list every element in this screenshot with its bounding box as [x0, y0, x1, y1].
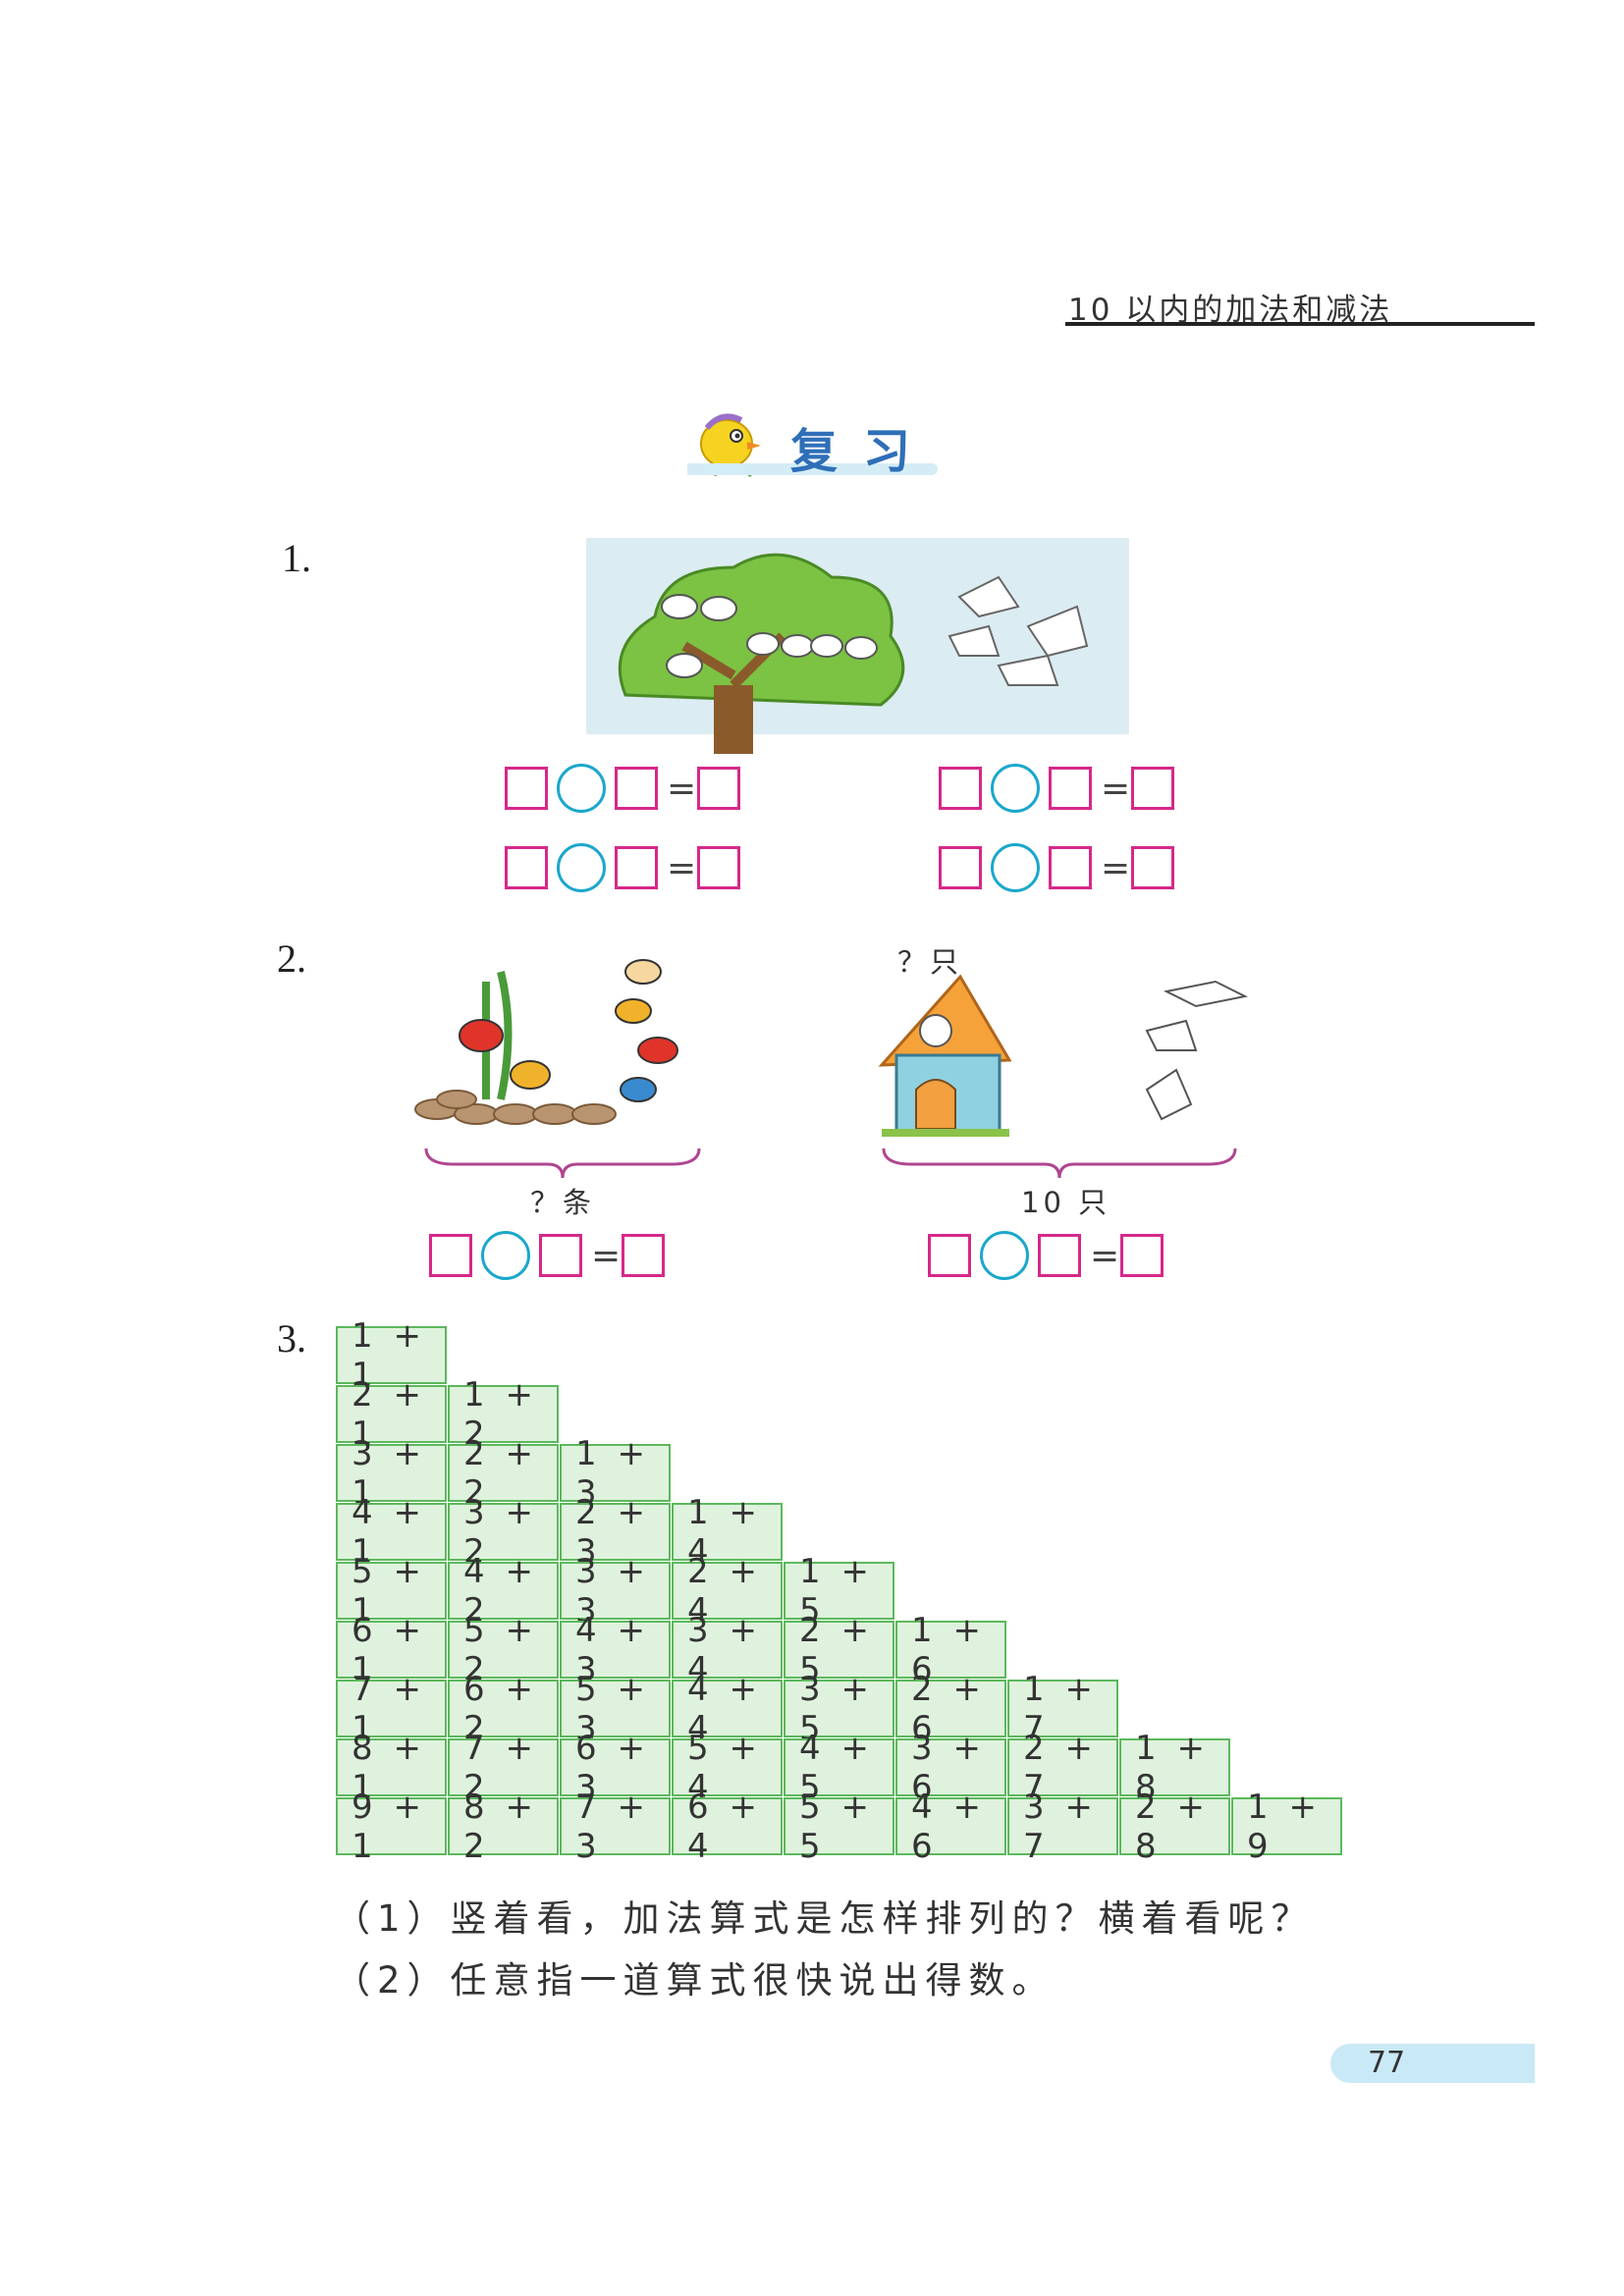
equation-row: = [939, 843, 1174, 892]
addition-cell[interactable]: 5 + 5 [784, 1788, 894, 1866]
answer-box[interactable] [939, 767, 982, 810]
operator-circle[interactable] [991, 764, 1040, 813]
answer-box[interactable] [939, 846, 982, 889]
answer-box[interactable] [1038, 1234, 1081, 1277]
equals-sign: = [667, 768, 697, 809]
question-3-subquestion-2: （2）任意指一道算式很快说出得数。 [334, 1959, 1056, 2002]
addition-table: 1 + 12 + 11 + 23 + 12 + 21 + 34 + 13 + 2… [336, 1316, 1343, 1866]
answer-box[interactable] [928, 1234, 971, 1277]
table-row: 9 + 18 + 27 + 36 + 45 + 54 + 63 + 72 + 8… [336, 1788, 1343, 1866]
operator-circle[interactable] [991, 843, 1040, 892]
total-doves-caption: 10 只 [1021, 1186, 1111, 1219]
answer-box[interactable] [1120, 1234, 1164, 1277]
equals-sign: = [591, 1235, 622, 1276]
answer-box[interactable] [505, 846, 548, 889]
addition-cell[interactable]: 2 + 8 [1119, 1788, 1230, 1866]
brace [882, 1147, 1237, 1180]
answer-box[interactable] [1131, 767, 1174, 810]
equation-row: = [429, 1231, 665, 1280]
answer-box[interactable] [697, 767, 740, 810]
answer-box[interactable] [1131, 846, 1174, 889]
operator-circle[interactable] [557, 764, 606, 813]
equation-row: = [939, 764, 1174, 813]
equation-row: = [505, 764, 740, 813]
equals-sign: = [1101, 768, 1131, 809]
question-3-number: 3. [277, 1316, 306, 1361]
answer-box[interactable] [1049, 846, 1092, 889]
answer-box[interactable] [539, 1234, 582, 1277]
answer-box[interactable] [615, 846, 658, 889]
answer-box[interactable] [615, 767, 658, 810]
addition-cell[interactable]: 4 + 6 [895, 1788, 1006, 1866]
question-3-subquestion-1: （1）竖着看，加法算式是怎样排列的？横着看呢？ [334, 1897, 1315, 1940]
page-number: 77 [1368, 2046, 1406, 2080]
page-number-tab [1330, 2044, 1535, 2083]
answer-box[interactable] [1049, 767, 1092, 810]
answer-box[interactable] [697, 846, 740, 889]
question-2-number: 2. [277, 936, 306, 981]
addition-cell[interactable]: 6 + 4 [672, 1788, 783, 1866]
fish-count-caption: ？条 [530, 1186, 596, 1219]
house-doves-illustration [872, 972, 1265, 1148]
goldfish-illustration [407, 952, 702, 1148]
answer-box[interactable] [622, 1234, 665, 1277]
operator-circle[interactable] [557, 843, 606, 892]
equation-row: = [928, 1231, 1164, 1280]
addition-cell[interactable]: 3 + 7 [1007, 1788, 1118, 1866]
operator-circle[interactable] [980, 1231, 1029, 1280]
section-title: 复习 [790, 424, 937, 479]
birds-tree-illustration [586, 538, 1129, 754]
brace [424, 1147, 701, 1180]
addition-cell[interactable]: 1 + 9 [1231, 1788, 1342, 1866]
operator-circle[interactable] [481, 1231, 530, 1280]
equals-sign: = [667, 847, 697, 888]
addition-cell[interactable]: 9 + 1 [336, 1788, 447, 1866]
equals-sign: = [1090, 1235, 1120, 1276]
addition-cell[interactable]: 7 + 3 [560, 1788, 671, 1866]
answer-box[interactable] [429, 1234, 472, 1277]
addition-cell[interactable]: 8 + 2 [448, 1788, 559, 1866]
equals-sign: = [1101, 847, 1131, 888]
answer-box[interactable] [505, 767, 548, 810]
chapter-rule [1065, 322, 1535, 326]
equation-row: = [505, 843, 740, 892]
question-1-number: 1. [282, 536, 311, 580]
